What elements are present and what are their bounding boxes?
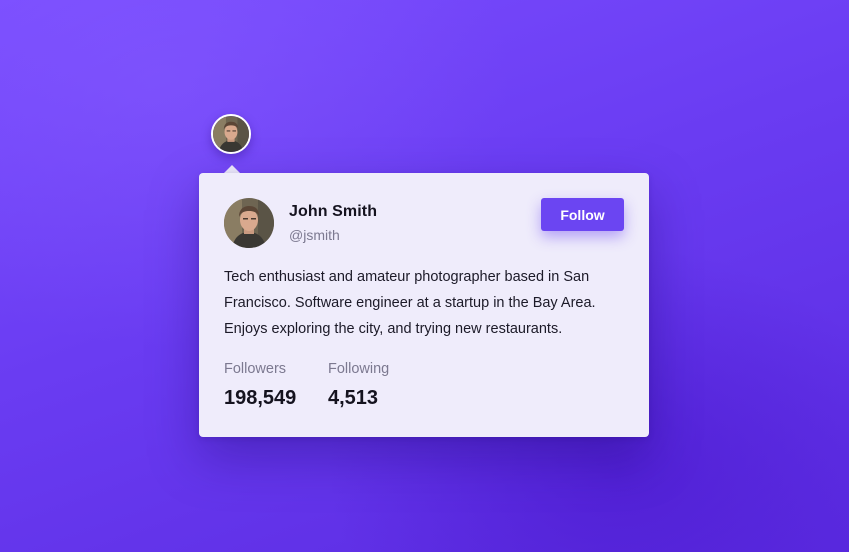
- user-photo-icon: [213, 116, 249, 152]
- following-count: 4,513: [328, 387, 379, 409]
- trigger-avatar[interactable]: [211, 114, 251, 154]
- popover-arrow: [224, 165, 240, 173]
- avatar[interactable]: [224, 198, 274, 248]
- profile-popover-card: John Smith @jsmith Follow Tech enthusias…: [199, 173, 649, 437]
- followers-stat[interactable]: Followers 198,549: [224, 361, 296, 410]
- profile-handle: @jsmith: [289, 227, 340, 243]
- followers-label: Followers: [224, 361, 287, 377]
- following-stat[interactable]: Following 4,513: [328, 361, 389, 410]
- profile-bio: Tech enthusiast and amateur photographer…: [224, 269, 596, 337]
- profile-name[interactable]: John Smith: [289, 203, 377, 221]
- following-label: Following: [328, 361, 390, 377]
- follow-button[interactable]: Follow: [541, 198, 624, 231]
- user-photo-icon: [224, 198, 274, 248]
- followers-count: 198,549: [224, 387, 297, 409]
